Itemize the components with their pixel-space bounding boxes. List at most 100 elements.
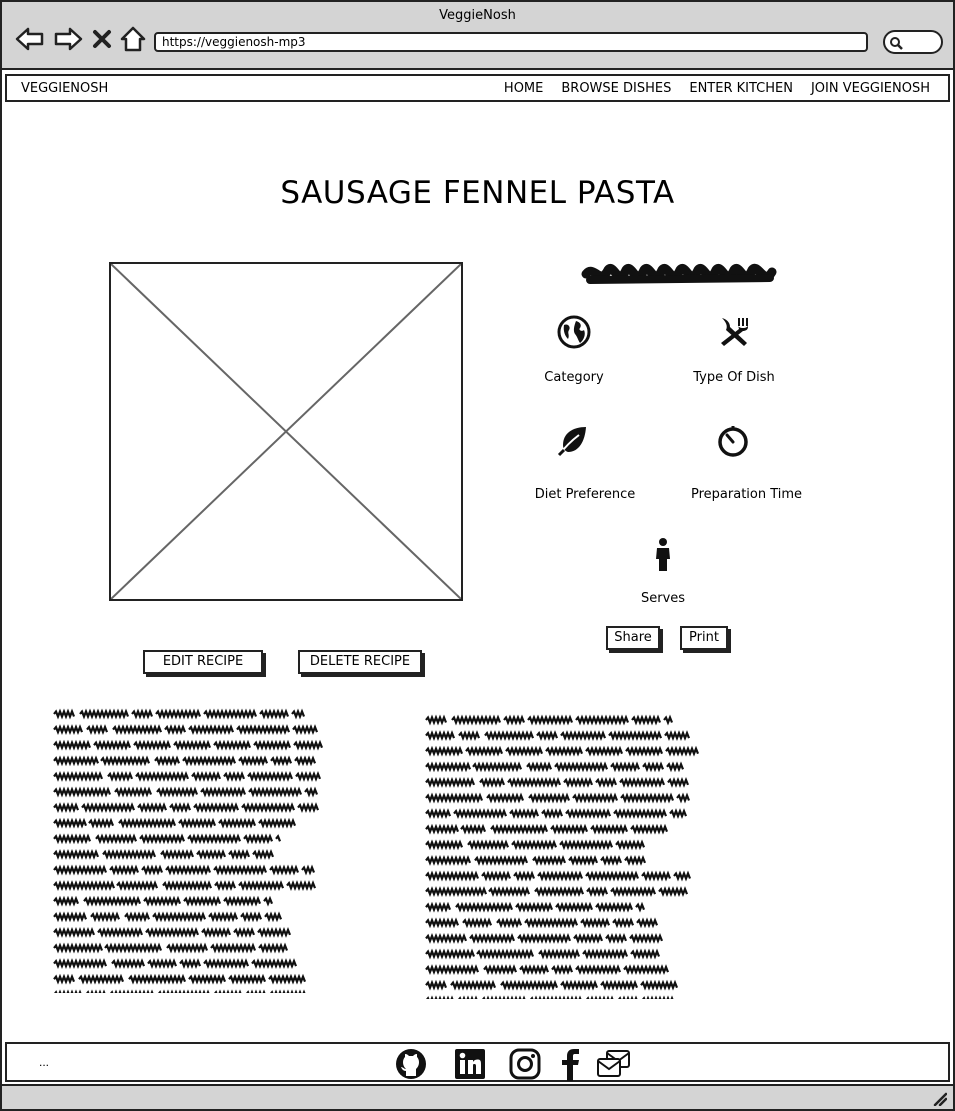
scribble-line — [636, 917, 659, 929]
scribble-line — [193, 802, 240, 814]
scribble-line — [183, 895, 222, 907]
scribble-line — [554, 761, 609, 773]
scribble-line — [95, 833, 138, 845]
scribble-line — [93, 739, 132, 751]
mail-icon[interactable] — [596, 1049, 632, 1079]
scribble-line — [676, 792, 691, 804]
scribble-line — [479, 776, 506, 788]
nav-join-veggienosh[interactable]: JOIN VEGGIENOSH — [811, 81, 930, 96]
scribble-line — [248, 786, 303, 798]
scribble-line — [191, 770, 222, 782]
scribble-line — [573, 932, 604, 944]
scribble-line — [53, 911, 88, 923]
scribble-line — [458, 730, 481, 742]
scribble-line — [631, 714, 662, 726]
scribble-line — [586, 886, 609, 898]
delete-recipe-button[interactable]: DELETE RECIPE — [298, 650, 422, 674]
scribble-line — [582, 948, 629, 960]
back-icon[interactable] — [14, 24, 46, 54]
scribble-line — [613, 808, 668, 820]
scribble-line — [53, 833, 92, 845]
scribble-line — [532, 854, 567, 866]
home-icon[interactable] — [117, 24, 149, 54]
info-diet-preference: Diet Preference — [533, 423, 637, 502]
scribble-line — [496, 917, 523, 929]
utensils-icon — [721, 318, 748, 346]
scribble-line — [53, 848, 100, 860]
nav-home[interactable]: HOME — [504, 81, 543, 96]
scribble-line — [658, 886, 689, 898]
scribble-line — [641, 870, 672, 882]
scribble-line — [526, 761, 553, 773]
browser-search-field[interactable] — [883, 30, 943, 54]
scribble-line — [425, 730, 456, 742]
nav-enter-kitchen[interactable]: ENTER KITCHEN — [689, 81, 793, 96]
scribble-line — [608, 730, 663, 742]
scribble-line — [137, 802, 168, 814]
scribble-line — [500, 979, 559, 991]
scribble-line — [511, 839, 558, 851]
forward-icon[interactable] — [52, 24, 84, 54]
scribble-line — [528, 792, 571, 804]
scribble-line — [78, 973, 125, 985]
scribble-line — [642, 995, 674, 999]
scribble-line — [425, 823, 460, 835]
site-footer: ... — [5, 1042, 950, 1082]
scribble-line — [251, 958, 298, 970]
scribble-line — [53, 973, 76, 985]
scribble-line — [166, 942, 209, 954]
scribble-line — [53, 739, 92, 751]
scribble-line — [128, 973, 187, 985]
scribble-line — [111, 958, 146, 970]
scribble-line — [595, 776, 618, 788]
scribble-line — [293, 739, 324, 751]
scribble-line — [201, 926, 232, 938]
scribble-line — [425, 761, 472, 773]
nav-browse-dishes[interactable]: BROWSE DISHES — [561, 81, 671, 96]
scribble-line — [536, 730, 559, 742]
resize-grip-icon[interactable] — [933, 1092, 947, 1106]
scribble-line — [110, 989, 154, 993]
scribble-line — [482, 995, 526, 999]
scribble-line — [154, 755, 181, 767]
linkedin-icon[interactable] — [454, 1048, 486, 1080]
stop-icon[interactable] — [90, 24, 114, 54]
share-button[interactable]: Share — [606, 626, 660, 650]
scribble-line — [53, 802, 80, 814]
diet-preference-label: Diet Preference — [534, 487, 636, 502]
scribble-line — [610, 886, 657, 898]
scribble-line — [465, 745, 504, 757]
scribble-line — [425, 917, 460, 929]
person-icon — [656, 538, 670, 571]
instagram-icon[interactable] — [509, 1048, 541, 1080]
facebook-icon[interactable] — [557, 1047, 583, 1081]
scribble-line — [425, 854, 472, 866]
scribble-line — [450, 979, 497, 991]
scribble-line — [53, 770, 104, 782]
scribble-line — [585, 870, 640, 882]
url-bar[interactable]: https://veggienosh-mp3 — [154, 32, 868, 52]
scribble-line — [486, 792, 525, 804]
scribble-line — [669, 808, 688, 820]
scribble-line — [187, 833, 242, 845]
scribble-line — [551, 964, 574, 976]
scribble-line — [472, 761, 523, 773]
scribble-line — [223, 895, 262, 907]
scribble-line — [100, 755, 151, 767]
scribble-line — [585, 745, 624, 757]
scribble-line — [425, 870, 480, 882]
brand-logo[interactable]: VEGGIENOSH — [21, 81, 108, 96]
scribble-line — [179, 958, 202, 970]
info-category: Category — [533, 314, 615, 385]
edit-recipe-button[interactable]: EDIT RECIPE — [143, 650, 263, 674]
scribble-line — [143, 895, 182, 907]
scribble-line — [258, 942, 289, 954]
print-button[interactable]: Print — [680, 626, 728, 650]
scribble-line — [291, 708, 306, 720]
scribble-line — [664, 730, 691, 742]
scribble-line — [295, 770, 322, 782]
github-icon[interactable] — [394, 1047, 428, 1081]
scribble-line — [196, 848, 227, 860]
scribble-line — [460, 823, 487, 835]
scribble-line — [268, 973, 307, 985]
